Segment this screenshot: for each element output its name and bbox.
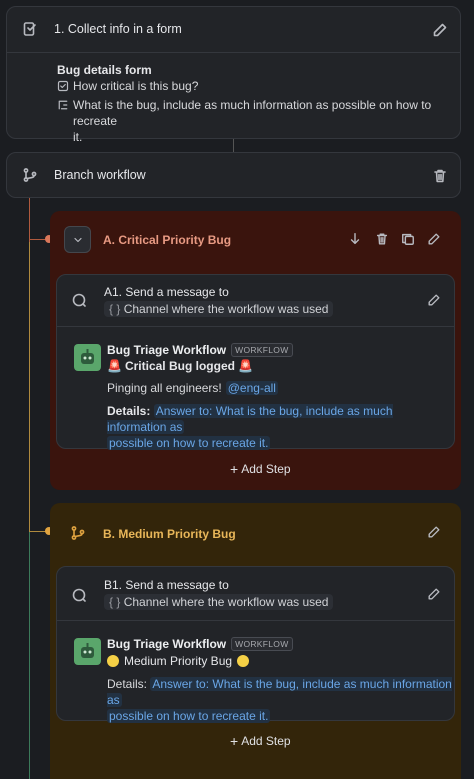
mention-eng-all[interactable]: @eng-all [225,381,278,395]
add-step-label: Add Step [241,734,291,748]
message-icon [71,587,87,603]
details-label: Details: [107,677,148,691]
step-title: 1. Collect info in a form [54,22,182,36]
text-field-icon [57,99,69,111]
details-answer-link-cont[interactable]: possible on how to recreate it. [107,709,271,723]
yellow-circle-icon [107,655,119,667]
yellow-circle-icon [237,655,250,667]
form-field-2: What is the bug, include as much informa… [73,98,432,128]
edit-icon[interactable] [427,587,441,601]
branch-title: Branch workflow [54,168,146,182]
details-answer-link[interactable]: Answer to: What is the bug, include as m… [107,404,393,434]
branch-line-medium [29,242,30,532]
bot-avatar [74,344,101,371]
siren-icon: 🚨 [107,359,122,373]
branch-icon [22,167,38,183]
step-b1-title: B1. Send a message to [104,578,229,592]
branch-workflow-card[interactable]: Branch workflow [6,152,461,198]
variable-icon: { } [109,302,121,316]
step-a1-title: A1. Send a message to [104,285,229,299]
add-step-button[interactable]: + Add Step [230,461,291,477]
edit-icon[interactable] [427,232,441,246]
plus-icon: + [230,733,239,749]
edit-icon[interactable] [432,22,448,38]
step-b1-card[interactable]: B1. Send a message to { } Channel where … [56,566,455,723]
branch-icon [70,525,86,541]
message-title: Critical Bug logged [124,359,235,373]
collapse-button[interactable] [64,226,91,253]
bot-name[interactable]: Bug Triage Workflow [107,637,226,651]
branch-b-container: B. Medium Priority Bug B1. Send a messag… [50,503,461,779]
bot-avatar [74,638,101,665]
form-icon [22,21,38,37]
divider [57,326,454,327]
channel-chip: { } Channel where the workflow was used [104,301,334,317]
step-a1-card[interactable]: A1. Send a message to { } Channel where … [56,274,455,450]
details-answer-link[interactable]: Answer to: What is the bug, include as m… [107,677,452,707]
form-field-1: How critical is this bug? [73,79,199,93]
channel-label: Channel where the workflow was used [123,302,329,316]
form-field-2-cont: it. [73,130,83,144]
edit-icon[interactable] [427,293,441,307]
channel-label: Channel where the workflow was used [123,595,329,609]
branch-b-title: B. Medium Priority Bug [103,527,236,541]
divider [7,52,460,53]
add-step-label: Add Step [241,462,291,476]
plus-icon: + [230,461,239,477]
trash-icon[interactable] [375,232,389,246]
siren-icon: 🚨 [237,359,253,373]
workflow-badge: WORKFLOW [231,637,293,651]
message-title: Medium Priority Bug [124,654,233,668]
step-collect-info-card[interactable]: 1. Collect info in a form Bug details fo… [6,6,461,144]
details-label: Details: [107,404,151,418]
ping-text: Pinging all engineers! [107,381,222,395]
form-name: Bug details form [57,63,152,77]
workflow-badge: WORKFLOW [231,343,293,357]
branch-a-container: A. Critical Priority Bug A1. Send a mess… [50,211,461,490]
connector-line [233,139,234,152]
message-icon [71,292,87,308]
branch-a-title: A. Critical Priority Bug [103,233,232,247]
checkbox-icon [57,80,69,92]
trash-icon[interactable] [432,168,448,184]
bot-name[interactable]: Bug Triage Workflow [107,343,226,357]
branch-line-tail [29,532,30,779]
branch-line-critical [29,198,30,242]
details-answer-link-cont[interactable]: possible on how to recreate it. [107,436,271,450]
variable-icon: { } [109,595,121,609]
chevron-down-icon [72,234,84,246]
duplicate-icon[interactable] [401,232,415,246]
edit-icon[interactable] [427,525,441,539]
arrow-down-icon[interactable] [348,232,362,246]
add-step-button[interactable]: + Add Step [230,733,291,749]
divider [57,620,454,621]
channel-chip: { } Channel where the workflow was used [104,594,334,610]
